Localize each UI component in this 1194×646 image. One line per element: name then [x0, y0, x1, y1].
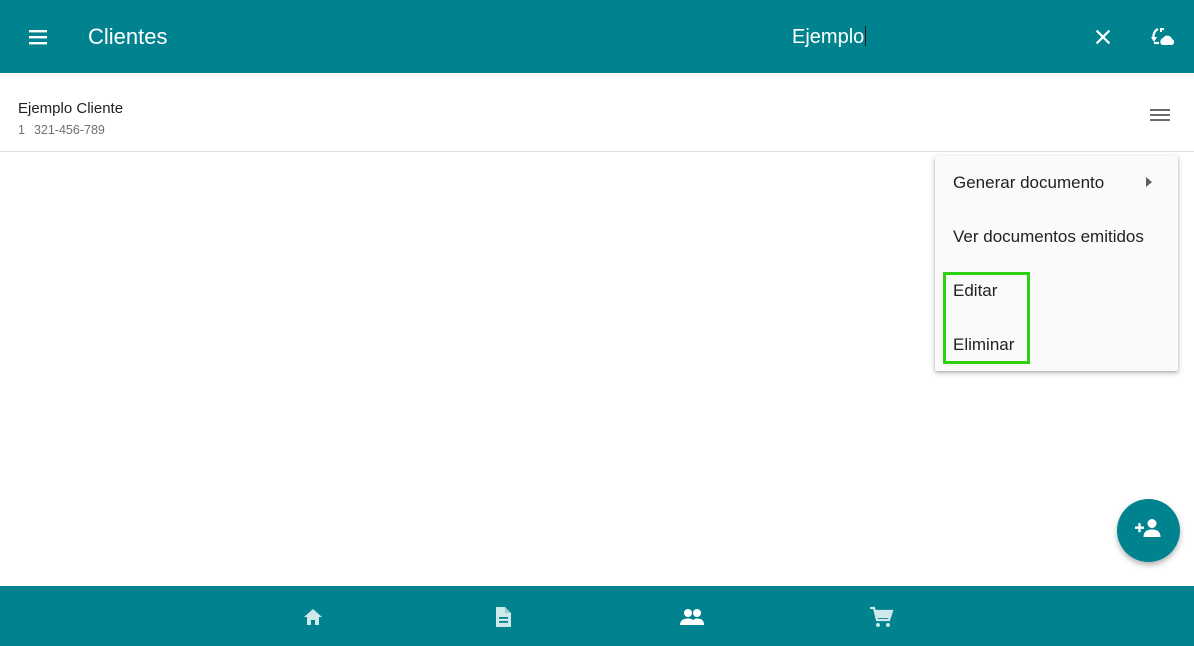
submenu-arrow-icon — [1146, 177, 1152, 187]
context-menu: Generar documento Ver documentos emitido… — [935, 156, 1178, 371]
menu-item-label: Generar documento — [953, 173, 1105, 192]
cloud-sync-icon[interactable] — [1143, 17, 1183, 57]
add-person-icon — [1134, 516, 1164, 545]
page-title: Clientes — [88, 24, 168, 49]
menu-item-label: Eliminar — [953, 335, 1015, 354]
menu-item-eliminar[interactable]: Eliminar — [935, 318, 1178, 372]
client-phone: 321-456-789 — [33, 123, 105, 137]
menu-item-ver-documentos[interactable]: Ver documentos emitidos — [935, 210, 1178, 264]
cart-icon[interactable] — [866, 602, 896, 632]
app-root: Clientes Ejemplo Ejemplo Cliente 1 321-45… — [0, 0, 1194, 646]
add-client-button[interactable] — [1117, 499, 1180, 562]
menu-item-label: Editar — [953, 281, 998, 300]
search-input[interactable]: Ejemplo — [792, 22, 867, 52]
search-input-text: Ejemplo — [792, 26, 865, 48]
close-icon[interactable] — [1083, 17, 1123, 57]
hamburger-menu-icon[interactable] — [18, 17, 58, 57]
home-icon[interactable] — [298, 602, 328, 632]
menu-item-editar[interactable]: Editar — [935, 264, 1178, 318]
text-caret — [865, 26, 867, 46]
row-menu-icon[interactable] — [1140, 95, 1180, 135]
client-meta: 1 321-456-789 — [18, 122, 105, 138]
menu-item-label: Ver documentos emitidos — [953, 227, 1144, 246]
client-name: Ejemplo Cliente — [18, 100, 124, 117]
list-item[interactable]: Ejemplo Cliente 1 321-456-789 — [0, 73, 1194, 152]
menu-item-generar-documento[interactable]: Generar documento — [935, 156, 1178, 210]
people-icon[interactable] — [677, 602, 707, 632]
bottom-navigation — [0, 586, 1194, 646]
top-app-bar: Clientes Ejemplo — [0, 0, 1194, 73]
client-number: 1 — [18, 123, 25, 137]
document-icon[interactable] — [488, 602, 518, 632]
